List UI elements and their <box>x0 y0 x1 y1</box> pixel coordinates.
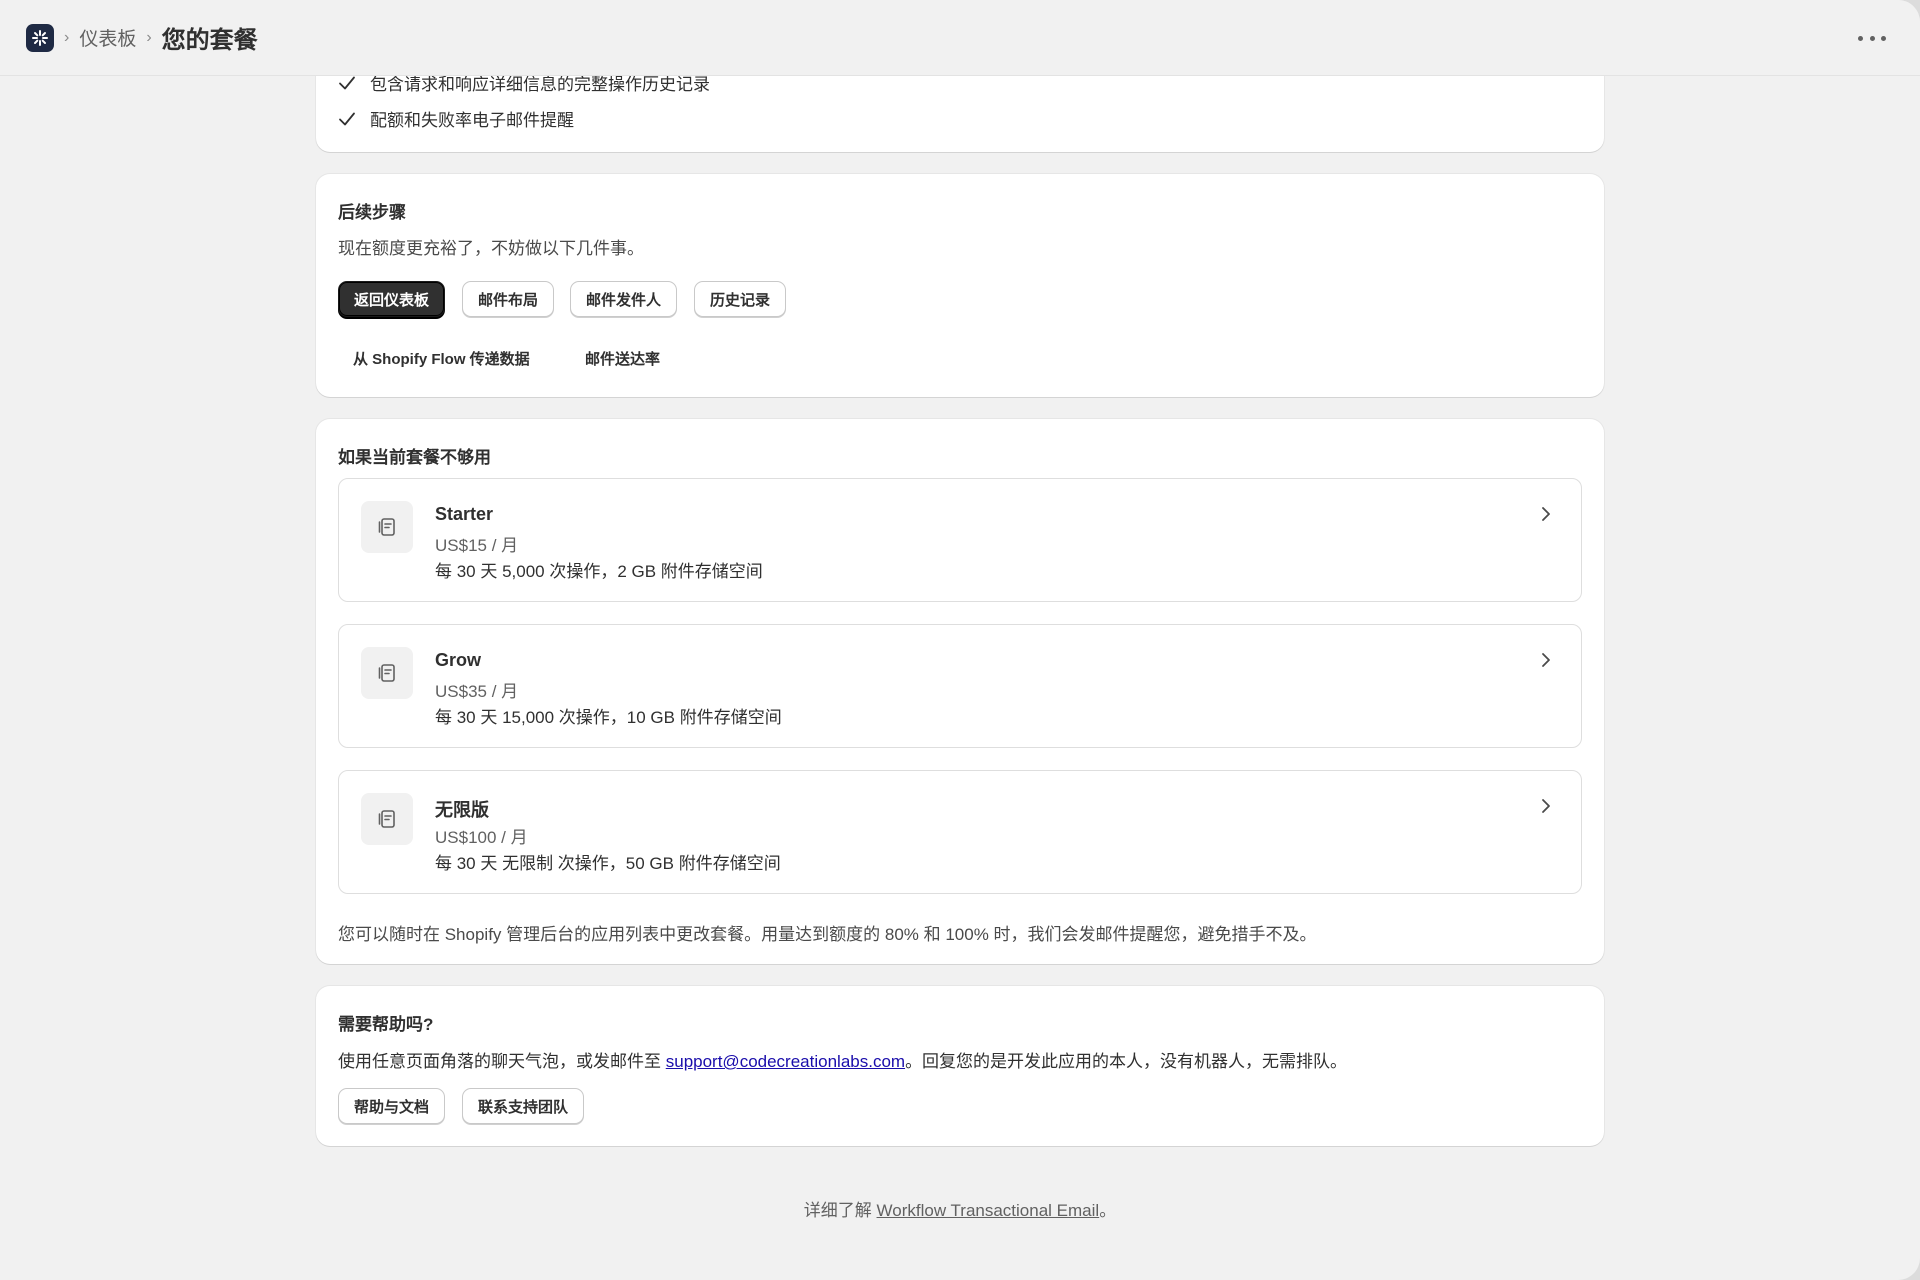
help-text-after: 。回复您的是开发此应用的本人，没有机器人，无需排队。 <box>905 1052 1348 1071</box>
plan-option-starter[interactable]: Starter US$15 / 月 每 30 天 5,000 次操作，2 GB … <box>338 478 1582 602</box>
history-button[interactable]: 历史记录 <box>694 281 787 317</box>
chevron-right-icon <box>1542 507 1550 521</box>
chevron-right-icon <box>1542 653 1550 667</box>
next-steps-card: 后续步骤 现在额度更充裕了，不妨做以下几件事。 返回仪表板 邮件布局 邮件发件人… <box>316 174 1604 397</box>
plan-price: US$15 / 月 <box>435 536 519 555</box>
chevron-right-icon <box>1542 799 1550 813</box>
checkmark-icon <box>339 112 355 125</box>
app-learn-more-link[interactable]: Workflow Transactional Email <box>877 1201 1100 1220</box>
plan-icon <box>361 647 413 699</box>
help-text-before: 使用任意页面角落的聊天气泡，或发邮件至 <box>338 1052 666 1071</box>
app-frame: › 仪表板 › 您的套餐 包含请求和响应详细信息的完整操作历史记录 配额和失败率… <box>0 0 1920 1280</box>
next-steps-title: 后续步骤 <box>338 203 406 222</box>
breadcrumb-dashboard[interactable]: 仪表板 <box>79 24 136 51</box>
breadcrumb-separator-icon: › <box>64 28 70 46</box>
contact-support-button[interactable]: 联系支持团队 <box>462 1088 585 1124</box>
plan-icon <box>361 501 413 553</box>
footer-prefix: 详细了解 <box>803 1201 877 1220</box>
next-steps-subtitle: 现在额度更充裕了，不妨做以下几件事。 <box>338 239 644 258</box>
page-title: 您的套餐 <box>161 27 258 54</box>
document-icon <box>378 810 395 828</box>
document-icon <box>378 518 395 536</box>
feature-text: 配额和失败率电子邮件提醒 <box>370 111 574 130</box>
plan-icon <box>361 793 413 845</box>
plan-description: 每 30 天 无限制 次操作，50 GB 附件存储空间 <box>435 854 781 873</box>
help-card: 需要帮助吗? 使用任意页面角落的聊天气泡，或发邮件至 support@codec… <box>316 986 1604 1146</box>
sparkle-icon <box>32 29 48 46</box>
plan-option-unlimited[interactable]: 无限版 US$100 / 月 每 30 天 无限制 次操作，50 GB 附件存储… <box>338 770 1582 894</box>
plan-price: US$100 / 月 <box>435 828 528 847</box>
plan-price: US$35 / 月 <box>435 682 519 701</box>
support-email-link[interactable]: support@codecreationlabs.com <box>666 1052 905 1071</box>
plan-option-grow[interactable]: Grow US$35 / 月 每 30 天 15,000 次操作，10 GB 附… <box>338 624 1582 748</box>
breadcrumb-separator-icon: › <box>146 28 152 46</box>
footer-note: 详细了解 Workflow Transactional Email。 <box>0 1196 1920 1221</box>
help-text: 使用任意页面角落的聊天气泡，或发邮件至 support@codecreation… <box>338 1047 1347 1072</box>
plan-name: 无限版 <box>435 800 489 820</box>
top-bar: › 仪表板 › 您的套餐 <box>0 0 1920 76</box>
shopify-flow-data-button[interactable]: 从 Shopify Flow 传递数据 <box>338 340 545 376</box>
email-sender-button[interactable]: 邮件发件人 <box>570 281 678 317</box>
checkmark-icon <box>339 76 355 89</box>
help-docs-button[interactable]: 帮助与文档 <box>338 1088 446 1124</box>
plan-description: 每 30 天 15,000 次操作，10 GB 附件存储空间 <box>435 708 782 727</box>
upgrade-title: 如果当前套餐不够用 <box>338 448 491 467</box>
footer-suffix: 。 <box>1099 1201 1117 1220</box>
more-horizontal-icon[interactable] <box>1858 26 1886 50</box>
document-icon <box>378 664 395 682</box>
help-title: 需要帮助吗? <box>338 1015 434 1034</box>
feature-item: 配额和失败率电子邮件提醒 <box>338 106 574 131</box>
email-layout-button[interactable]: 邮件布局 <box>462 281 555 317</box>
upgrade-plans-card: 如果当前套餐不够用 Starter US$15 / 月 每 30 天 5,000… <box>316 419 1604 964</box>
plan-name: Grow <box>435 650 482 670</box>
email-deliverability-button[interactable]: 邮件送达率 <box>570 340 675 376</box>
plan-description: 每 30 天 5,000 次操作，2 GB 附件存储空间 <box>435 562 763 581</box>
app-logo[interactable] <box>26 23 54 52</box>
back-to-dashboard-button[interactable]: 返回仪表板 <box>338 281 446 317</box>
plan-change-note: 您可以随时在 Shopify 管理后台的应用列表中更改套餐。用量达到额度的 80… <box>338 925 1317 944</box>
plan-name: Starter <box>435 504 494 524</box>
